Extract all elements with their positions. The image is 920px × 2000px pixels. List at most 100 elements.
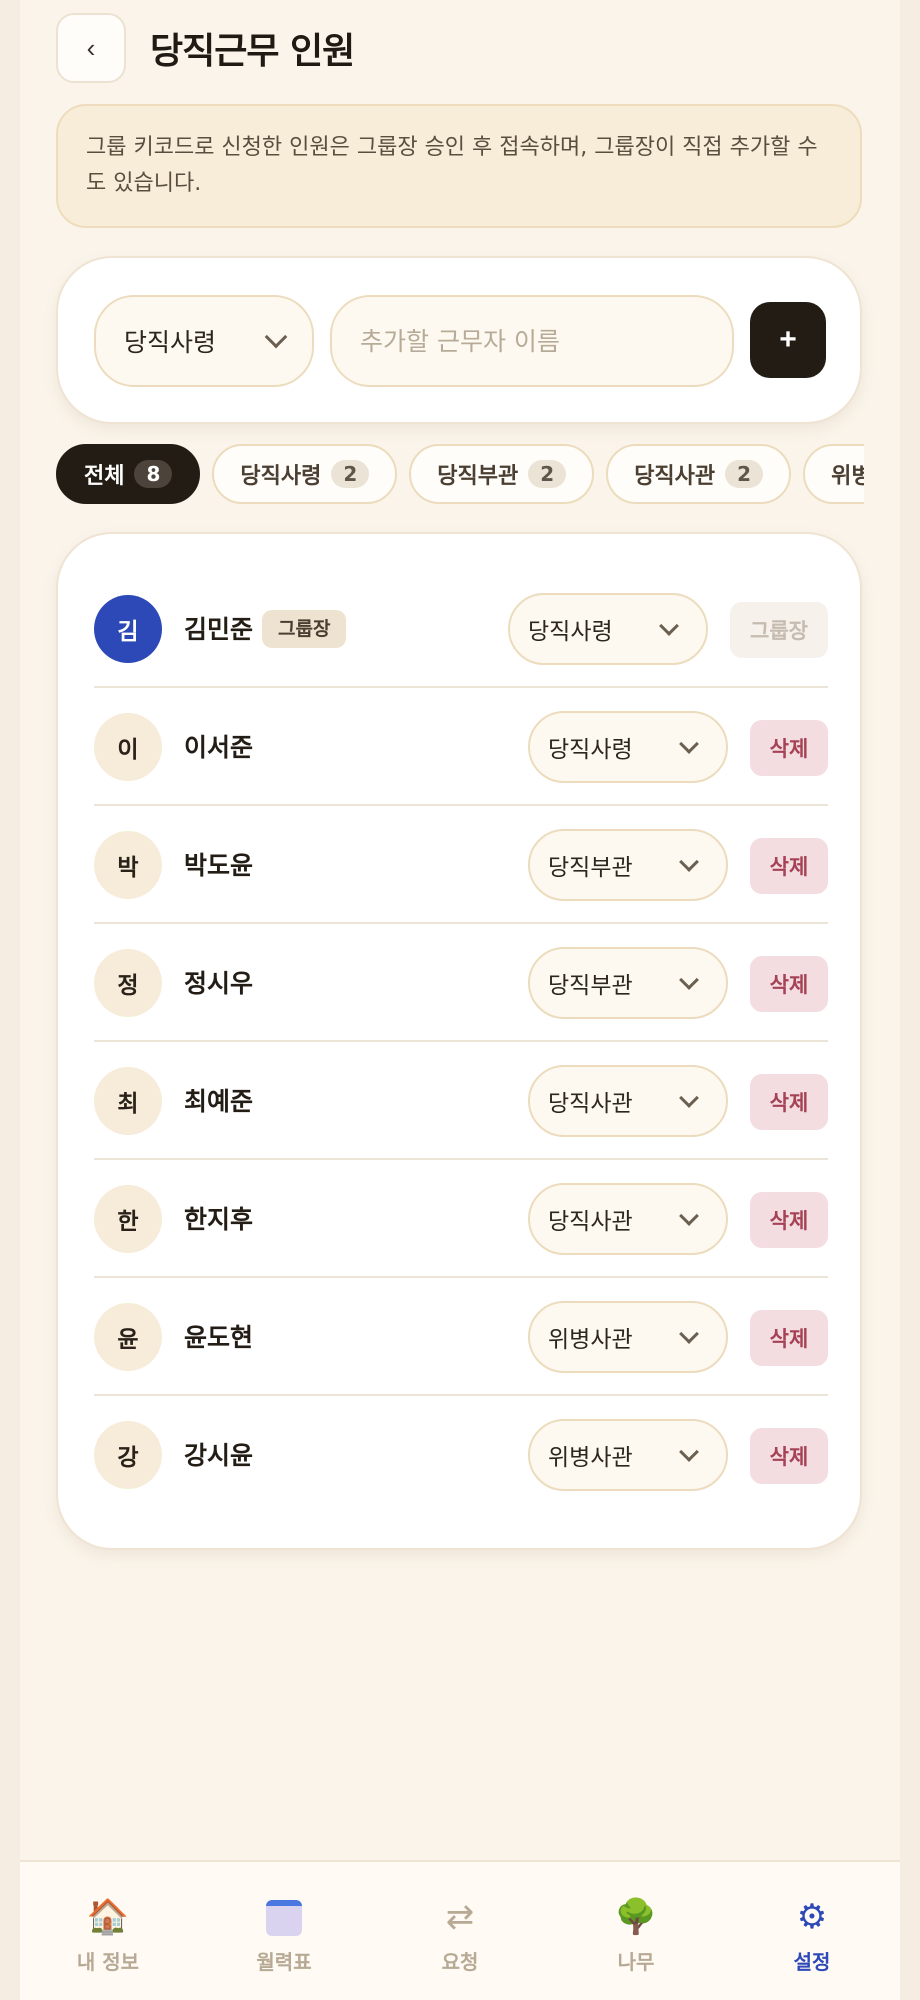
avatar: 정 [94,949,162,1017]
member-role-select[interactable]: 당직부관 [528,829,728,901]
back-button[interactable]: ‹ [56,13,126,83]
member-name: 강시윤 [184,1441,254,1470]
member-name: 최예준 [184,1087,254,1116]
member-role-value: 당직사령 [528,619,613,645]
page-title: 당직근무 인원 [150,31,355,72]
filter-chip-label: 당직부관 [437,464,519,489]
member-role-value: 당직사령 [548,737,633,763]
filter-chip[interactable]: 당직사관 2 [606,444,792,504]
member-row: 최 최예준 당직사관 삭제 [94,1042,828,1160]
nav-item[interactable]: 🏠 내 정보 [20,1862,196,2000]
calendar-icon [266,1896,302,1938]
nav-label: 월력표 [256,1950,312,1974]
add-member-button[interactable]: + [750,302,826,378]
nav-item[interactable]: 월력표 [196,1862,372,2000]
filter-chip-label: 당직사령 [240,464,322,489]
member-row: 박 박도윤 당직부관 삭제 [94,806,828,924]
chevron-down-icon [679,852,699,872]
leader-badge: 그룹장 [262,610,347,648]
nav-label: 설정 [793,1950,831,1974]
chevron-down-icon [679,970,699,990]
member-name: 한지후 [184,1205,254,1234]
member-role-value: 위병사관 [548,1445,633,1471]
role-filter-chips: 전체 8 당직사령 2 당직부관 2 당직사관 2 위병사관2 [56,444,864,506]
chevron-down-icon [679,734,699,754]
tree-icon: 🌳 [614,1897,658,1937]
member-role-value: 당직사관 [548,1091,633,1117]
filter-chip-count: 2 [331,460,370,488]
delete-member-button[interactable]: 삭제 [750,956,828,1012]
member-row: 김 김민준 그룹장 당직사령 그룹장 [94,570,828,688]
nav-label: 요청 [441,1950,479,1974]
filter-chip-label: 전체 [84,464,125,489]
app-screen: ‹ 당직근무 인원 그룹 키코드로 신청한 인원은 그룹장 승인 후 접속하며,… [20,0,900,2000]
member-name: 박도윤 [184,851,254,880]
member-role-select[interactable]: 당직사관 [528,1183,728,1255]
member-name: 윤도현 [184,1323,254,1352]
filter-chip[interactable]: 당직사령 2 [212,444,398,504]
nav-label: 내 정보 [76,1950,140,1974]
filter-chip-label: 당직사관 [634,464,716,489]
member-name: 이서준 [184,733,254,762]
bottom-nav: 🏠 내 정보 월력표 ⇄ 요청 🌳 나무 ⚙ 설정 [20,1860,900,2000]
avatar: 박 [94,831,162,899]
delete-member-button[interactable]: 삭제 [750,720,828,776]
avatar: 강 [94,1421,162,1489]
chevron-down-icon [679,1324,699,1344]
member-role-value: 당직부관 [548,855,633,881]
avatar: 최 [94,1067,162,1135]
chevron-down-icon [679,1206,699,1226]
member-row: 정 정시우 당직부관 삭제 [94,924,828,1042]
chevron-down-icon [679,1088,699,1108]
member-list: 김 김민준 그룹장 당직사령 그룹장 이 이서준 당직사령 삭제 박 박도윤 당직부관 삭제 정 정시우 당직… [56,532,862,1550]
avatar: 김 [94,595,162,663]
chevron-down-icon [264,325,288,349]
nav-label: 나무 [617,1950,655,1974]
filter-chip-label: 위병사관 [831,464,864,489]
leader-disabled-button: 그룹장 [730,602,828,658]
member-role-select[interactable]: 위병사관 [528,1301,728,1373]
delete-member-button[interactable]: 삭제 [750,1074,828,1130]
delete-member-button[interactable]: 삭제 [750,1428,828,1484]
member-row: 윤 윤도현 위병사관 삭제 [94,1278,828,1396]
header: ‹ 당직근무 인원 [56,13,355,83]
member-role-select[interactable]: 당직사령 [528,711,728,783]
filter-chip[interactable]: 위병사관2 [803,444,864,504]
add-role-value: 당직사령 [124,328,217,357]
chevron-down-icon [659,616,679,636]
member-role-select[interactable]: 당직사관 [528,1065,728,1137]
nav-item[interactable]: 🌳 나무 [548,1862,724,2000]
filter-chip-count: 2 [725,460,764,488]
notice-banner: 그룹 키코드로 신청한 인원은 그룹장 승인 후 접속하며, 그룹장이 직접 추… [56,104,862,228]
avatar: 한 [94,1185,162,1253]
member-name-input[interactable] [330,295,734,387]
add-member-card: 당직사령 + [56,256,862,424]
member-role-value: 위병사관 [548,1327,633,1353]
filter-chip[interactable]: 당직부관 2 [409,444,595,504]
member-name: 정시우 [184,969,254,998]
member-row: 한 한지후 당직사관 삭제 [94,1160,828,1278]
filter-chip-count: 8 [134,460,173,488]
house-icon: 🏠 [86,1897,130,1937]
swap-arrows-icon: ⇄ [445,1897,475,1937]
member-role-select[interactable]: 당직사령 [508,593,708,665]
member-role-select[interactable]: 당직부관 [528,947,728,1019]
nav-item[interactable]: ⇄ 요청 [372,1862,548,2000]
chevron-down-icon [679,1442,699,1462]
add-role-select[interactable]: 당직사령 [94,295,314,387]
member-row: 이 이서준 당직사령 삭제 [94,688,828,806]
avatar: 이 [94,713,162,781]
notice-text: 그룹 키코드로 신청한 인원은 그룹장 승인 후 접속하며, 그룹장이 직접 추… [86,135,818,196]
delete-member-button[interactable]: 삭제 [750,838,828,894]
delete-member-button[interactable]: 삭제 [750,1192,828,1248]
delete-member-button[interactable]: 삭제 [750,1310,828,1366]
nav-item[interactable]: ⚙ 설정 [724,1862,900,2000]
gear-icon: ⚙ [796,1897,828,1937]
filter-chip[interactable]: 전체 8 [56,444,201,504]
member-role-value: 당직부관 [548,973,633,999]
member-name: 김민준 [184,615,254,644]
member-role-select[interactable]: 위병사관 [528,1419,728,1491]
filter-chip-count: 2 [528,460,567,488]
avatar: 윤 [94,1303,162,1371]
member-role-value: 당직사관 [548,1209,633,1235]
